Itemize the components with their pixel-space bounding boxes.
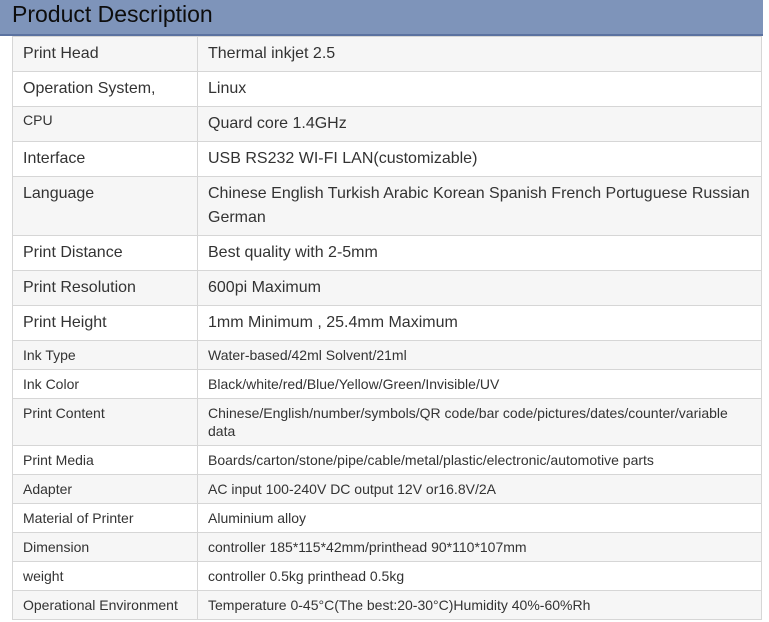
- spec-row: CPU Quard core 1.4GHz: [12, 106, 762, 142]
- spec-row: Print Content Chinese/English/number/sym…: [12, 398, 762, 446]
- spec-row: Adapter AC input 100-240V DC output 12V …: [12, 474, 762, 504]
- spec-label: Print Height: [12, 305, 198, 341]
- spec-label: Interface: [12, 141, 198, 177]
- spec-table: Print Head Thermal inkjet 2.5 Operation …: [12, 36, 762, 620]
- spec-value: Best quality with 2-5mm: [197, 235, 762, 271]
- spec-row: Print Resolution 600pi Maximum: [12, 270, 762, 306]
- spec-row: Operational Environment Temperature 0-45…: [12, 590, 762, 620]
- section-header: Product Description: [0, 0, 763, 36]
- spec-label: Adapter: [12, 474, 198, 504]
- spec-label: Material of Printer: [12, 503, 198, 533]
- spec-value: 600pi Maximum: [197, 270, 762, 306]
- spec-row: Print Media Boards/carton/stone/pipe/cab…: [12, 445, 762, 475]
- spec-row: Interface USB RS232 WI-FI LAN(customizab…: [12, 141, 762, 177]
- spec-value: Aluminium alloy: [197, 503, 762, 533]
- spec-value: Linux: [197, 71, 762, 107]
- section-title: Product Description: [12, 1, 213, 27]
- spec-label: Print Media: [12, 445, 198, 475]
- spec-row: Print Distance Best quality with 2-5mm: [12, 235, 762, 271]
- spec-row: Print Head Thermal inkjet 2.5: [12, 36, 762, 72]
- spec-row: Ink Type Water-based/42ml Solvent/21ml: [12, 340, 762, 370]
- spec-label: CPU: [12, 106, 198, 142]
- spec-value: USB RS232 WI-FI LAN(customizable): [197, 141, 762, 177]
- spec-label: Ink Type: [12, 340, 198, 370]
- spec-label: Print Resolution: [12, 270, 198, 306]
- spec-value: Chinese/English/number/symbols/QR code/b…: [197, 398, 762, 446]
- spec-value: 1mm Minimum , 25.4mm Maximum: [197, 305, 762, 341]
- spec-value: Black/white/red/Blue/Yellow/Green/Invisi…: [197, 369, 762, 399]
- spec-value: Temperature 0-45°C(The best:20-30°C)Humi…: [197, 590, 762, 620]
- spec-value: controller 185*115*42mm/printhead 90*110…: [197, 532, 762, 562]
- spec-value: Water-based/42ml Solvent/21ml: [197, 340, 762, 370]
- spec-row: weight controller 0.5kg printhead 0.5kg: [12, 561, 762, 591]
- spec-value: AC input 100-240V DC output 12V or16.8V/…: [197, 474, 762, 504]
- spec-value: Boards/carton/stone/pipe/cable/metal/pla…: [197, 445, 762, 475]
- spec-value: Chinese English Turkish Arabic Korean Sp…: [197, 176, 762, 236]
- spec-label: Print Distance: [12, 235, 198, 271]
- spec-label: Print Head: [12, 36, 198, 72]
- spec-label: Print Content: [12, 398, 198, 446]
- spec-row: Material of Printer Aluminium alloy: [12, 503, 762, 533]
- spec-row: Ink Color Black/white/red/Blue/Yellow/Gr…: [12, 369, 762, 399]
- spec-value: controller 0.5kg printhead 0.5kg: [197, 561, 762, 591]
- spec-row: Dimension controller 185*115*42mm/printh…: [12, 532, 762, 562]
- spec-row: Language Chinese English Turkish Arabic …: [12, 176, 762, 236]
- spec-label: Operational Environment: [12, 590, 198, 620]
- spec-label: weight: [12, 561, 198, 591]
- spec-label: Ink Color: [12, 369, 198, 399]
- spec-value: Quard core 1.4GHz: [197, 106, 762, 142]
- spec-label: Language: [12, 176, 198, 236]
- spec-label: Operation System,: [12, 71, 198, 107]
- spec-label: Dimension: [12, 532, 198, 562]
- spec-value: Thermal inkjet 2.5: [197, 36, 762, 72]
- spec-row: Print Height 1mm Minimum , 25.4mm Maximu…: [12, 305, 762, 341]
- spec-row: Operation System, Linux: [12, 71, 762, 107]
